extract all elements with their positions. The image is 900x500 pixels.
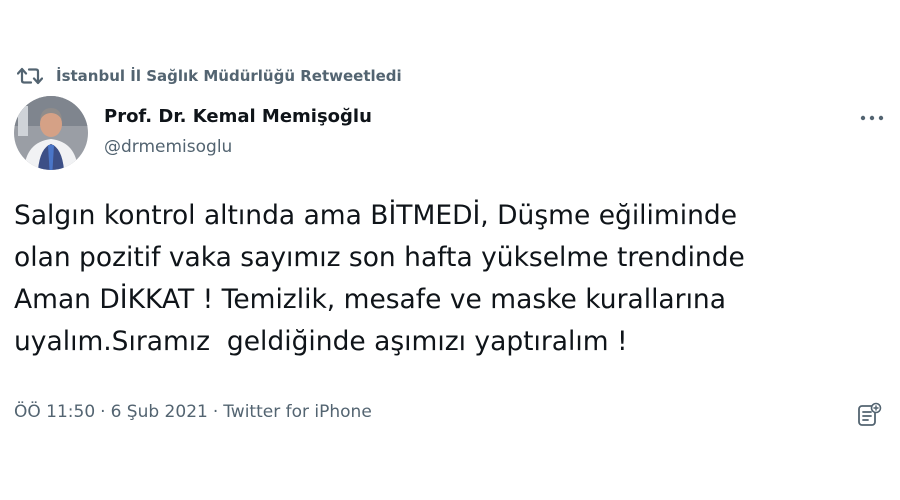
tweet-time[interactable]: ÖÖ 11:50 <box>14 402 95 422</box>
tweet-text: Salgın kontrol altında ama BİTMEDİ, Düşm… <box>14 200 745 357</box>
meta-separator: · <box>100 402 106 422</box>
tweet-source[interactable]: Twitter for iPhone <box>223 402 372 422</box>
meta-separator: · <box>212 402 219 422</box>
avatar[interactable] <box>14 96 88 170</box>
retweet-icon <box>16 62 44 90</box>
analytics-icon[interactable] <box>852 398 886 432</box>
author-name[interactable]: Prof. Dr. Kemal Memişoğlu <box>104 106 372 127</box>
author-handle[interactable]: @drmemisoglu <box>104 137 232 157</box>
retweet-context: İstanbul İl Sağlık Müdürlüğü Retweetledi <box>16 62 402 90</box>
retweet-label[interactable]: İstanbul İl Sağlık Müdürlüğü Retweetledi <box>56 67 402 85</box>
tweet-meta: ÖÖ 11:50 · 6 Şub 2021 · Twitter for iPho… <box>14 402 372 422</box>
more-icon[interactable] <box>854 106 890 130</box>
tweet-date[interactable]: 6 Şub 2021 <box>111 402 208 422</box>
